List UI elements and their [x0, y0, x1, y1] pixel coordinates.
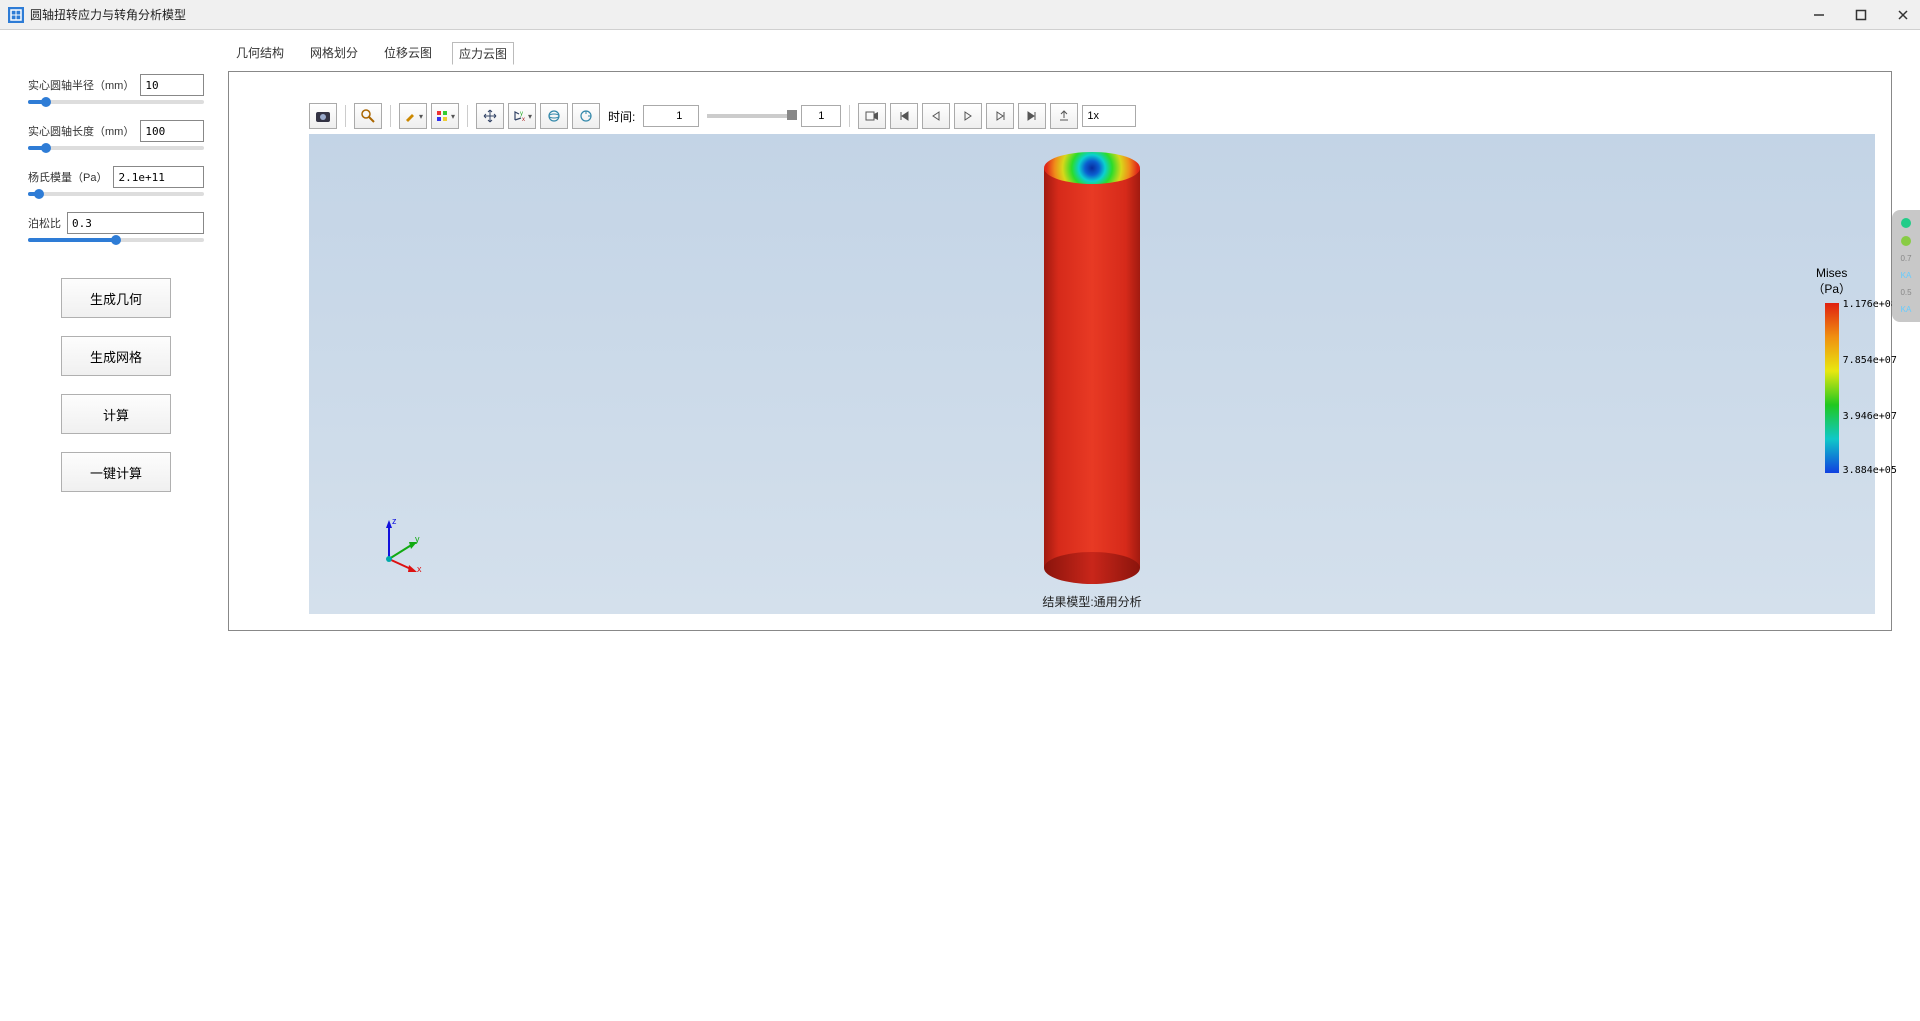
step-back-icon[interactable] [922, 103, 950, 129]
widget-unit-1: KA [1901, 271, 1912, 280]
axes-icon[interactable]: yx [508, 103, 536, 129]
legend-unit: （Pa） [1812, 280, 1851, 297]
content: 几何结构 网格划分 位移云图 应力云图 yx 时间: [220, 30, 1920, 1021]
legend-tick-0: 1.176e+08 [1843, 299, 1897, 310]
poisson-label: 泊松比 [28, 215, 61, 231]
onekey-calculate-button[interactable]: 一键计算 [61, 452, 171, 492]
action-buttons: 生成几何 生成网格 计算 一键计算 [28, 278, 204, 492]
rotate-view-icon[interactable] [572, 103, 600, 129]
result-caption: 结果模型:通用分析 [1042, 593, 1141, 610]
widget-val-1: 0.7 [1900, 254, 1911, 263]
minimize-button[interactable] [1810, 6, 1828, 24]
svg-text:z: z [392, 516, 397, 526]
close-button[interactable] [1894, 6, 1912, 24]
result-cylinder [1044, 152, 1140, 584]
widget-unit-2: KA [1901, 305, 1912, 314]
play-icon[interactable] [954, 103, 982, 129]
length-slider[interactable] [28, 146, 204, 150]
radius-input[interactable] [140, 74, 204, 96]
sidebar: 实心圆轴半径（mm） 实心圆轴长度（mm） 杨氏模量（Pa） 泊松比 [0, 30, 220, 1021]
color-legend: Mises （Pa） 1.176e+08 7.854e+07 3.946e+07… [1812, 266, 1851, 482]
status-dot-1 [1901, 218, 1911, 228]
step-input[interactable] [801, 105, 841, 127]
time-input[interactable] [643, 105, 699, 127]
globe-icon[interactable] [540, 103, 568, 129]
tabs: 几何结构 网格划分 位移云图 应力云图 [228, 38, 1892, 71]
legend-tick-3: 3.884e+05 [1843, 465, 1897, 476]
viewer-frame: yx 时间: [228, 71, 1892, 631]
tab-displacement[interactable]: 位移云图 [378, 42, 438, 65]
window-title: 圆轴扭转应力与转角分析模型 [30, 6, 1810, 23]
zoom-icon[interactable] [354, 103, 382, 129]
speed-select[interactable] [1082, 105, 1136, 127]
param-youngs: 杨氏模量（Pa） [28, 166, 204, 196]
app-icon [8, 7, 24, 23]
side-performance-widget[interactable]: 0.7 KA 0.5 KA [1892, 210, 1920, 322]
viewer-toolbar: yx 时间: [309, 102, 1136, 130]
svg-text:x: x [522, 117, 525, 123]
generate-geometry-button[interactable]: 生成几何 [61, 278, 171, 318]
status-dot-2 [1901, 236, 1911, 246]
cube-color-icon[interactable] [431, 103, 459, 129]
tab-geometry[interactable]: 几何结构 [230, 42, 290, 65]
youngs-label: 杨氏模量（Pa） [28, 169, 107, 185]
skip-start-icon[interactable] [890, 103, 918, 129]
length-input[interactable] [140, 120, 204, 142]
length-label: 实心圆轴长度（mm） [28, 123, 134, 139]
viewport-3d[interactable]: z y x 结果模型:通用分析 Mises （Pa） 1.176e+08 7.8… [309, 134, 1875, 614]
radius-slider[interactable] [28, 100, 204, 104]
legend-tick-1: 7.854e+07 [1843, 355, 1897, 366]
record-icon[interactable] [858, 103, 886, 129]
poisson-input[interactable] [67, 212, 204, 234]
cylinder-top [1044, 152, 1140, 184]
radius-label: 实心圆轴半径（mm） [28, 77, 134, 93]
youngs-input[interactable] [113, 166, 204, 188]
cylinder-bottom [1044, 552, 1140, 584]
legend-bar [1825, 303, 1839, 473]
titlebar: 圆轴扭转应力与转角分析模型 [0, 0, 1920, 30]
svg-text:y: y [415, 534, 420, 544]
export-icon[interactable] [1050, 103, 1078, 129]
time-slider[interactable] [707, 114, 793, 118]
legend-title: Mises [1812, 266, 1851, 280]
move-icon[interactable] [476, 103, 504, 129]
tab-mesh[interactable]: 网格划分 [304, 42, 364, 65]
poisson-slider[interactable] [28, 238, 204, 242]
param-length: 实心圆轴长度（mm） [28, 120, 204, 150]
widget-val-2: 0.5 [1900, 288, 1911, 297]
cylinder-body [1044, 168, 1140, 568]
legend-tick-2: 3.946e+07 [1843, 411, 1897, 422]
param-poisson: 泊松比 [28, 212, 204, 242]
time-label: 时间: [608, 108, 635, 125]
calculate-button[interactable]: 计算 [61, 394, 171, 434]
param-radius: 实心圆轴半径（mm） [28, 74, 204, 104]
generate-mesh-button[interactable]: 生成网格 [61, 336, 171, 376]
brush-icon[interactable] [399, 103, 427, 129]
axis-triad-icon: z y x [369, 514, 429, 574]
svg-text:x: x [417, 564, 422, 574]
main: 实心圆轴半径（mm） 实心圆轴长度（mm） 杨氏模量（Pa） 泊松比 [0, 30, 1920, 1021]
step-forward-icon[interactable] [986, 103, 1014, 129]
maximize-button[interactable] [1852, 6, 1870, 24]
youngs-slider[interactable] [28, 192, 204, 196]
camera-icon[interactable] [309, 103, 337, 129]
skip-end-icon[interactable] [1018, 103, 1046, 129]
window-controls [1810, 6, 1912, 24]
tab-stress[interactable]: 应力云图 [452, 42, 514, 65]
